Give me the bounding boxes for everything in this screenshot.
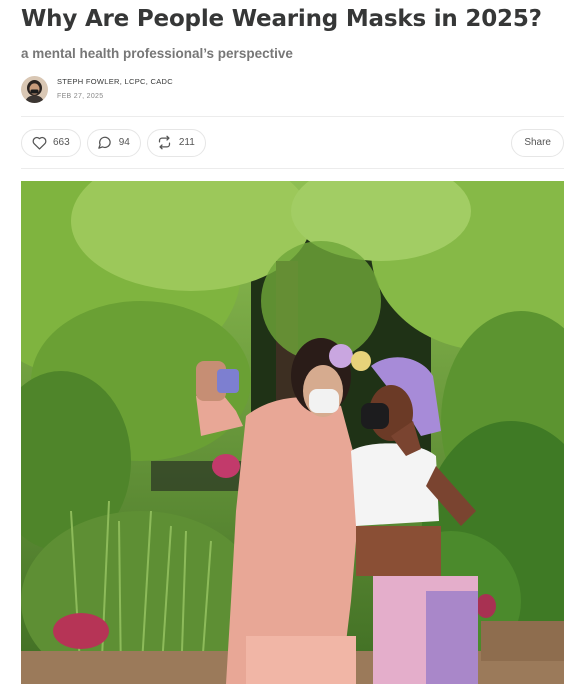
share-button[interactable]: Share bbox=[511, 128, 564, 157]
post-article: Why Are People Wearing Masks in 2025? a … bbox=[21, 0, 564, 684]
heart-icon bbox=[31, 135, 47, 151]
post-date: FEB 27, 2025 bbox=[57, 93, 104, 100]
restack-arrows-icon bbox=[157, 135, 173, 151]
restack-count: 211 bbox=[178, 137, 195, 148]
post-actions-bar: 663 94 211 Share bbox=[21, 117, 564, 168]
like-button[interactable]: 663 bbox=[21, 128, 81, 157]
comment-bubble-icon bbox=[97, 135, 113, 151]
restack-button[interactable]: 211 bbox=[146, 128, 206, 157]
hero-photo-two-people-masked-selfie bbox=[21, 181, 564, 684]
author-avatar[interactable] bbox=[21, 75, 48, 103]
byline-text: STEPH FOWLER, LCPC, CADC FEB 27, 2025 bbox=[57, 77, 173, 101]
post-subtitle: a mental health professional’s perspecti… bbox=[21, 46, 293, 61]
comment-count: 94 bbox=[118, 137, 130, 148]
like-count: 663 bbox=[53, 137, 70, 148]
hero-image[interactable] bbox=[21, 181, 564, 684]
comment-button[interactable]: 94 bbox=[86, 128, 141, 157]
post-title: Why Are People Wearing Masks in 2025? bbox=[21, 6, 542, 32]
divider bbox=[21, 168, 564, 169]
post-byline: STEPH FOWLER, LCPC, CADC FEB 27, 2025 bbox=[21, 75, 564, 103]
author-name[interactable]: STEPH FOWLER, LCPC, CADC bbox=[57, 77, 173, 87]
